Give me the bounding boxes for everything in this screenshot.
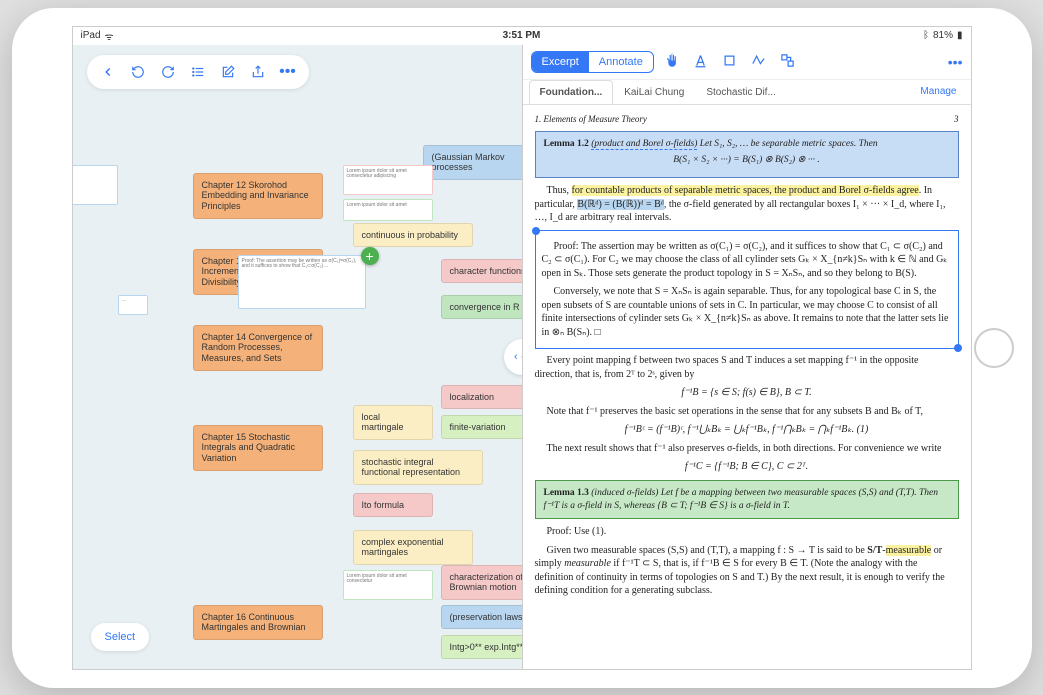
lemma-box[interactable]: Lemma 1.3 (induced σ-fields) Let f be a …: [535, 480, 959, 520]
undo-button[interactable]: [127, 61, 149, 83]
select-button[interactable]: Select: [91, 623, 150, 651]
back-button[interactable]: [97, 61, 119, 83]
formula: f⁻¹Bᶜ = (f⁻¹B)ᶜ, f⁻¹⋃ₖBₖ = ⋃ₖf⁻¹Bₖ, f⁻¹⋂…: [535, 423, 959, 437]
lemma-formula: B(S₁ × S₂ × ···) = B(S₁) ⊗ B(S₂) ⊗ ··· .: [544, 154, 950, 167]
outline-button[interactable]: [187, 61, 209, 83]
active-selection[interactable]: Proof: The assertion may be written as σ…: [535, 230, 959, 350]
text-style-icon[interactable]: [693, 53, 708, 71]
paragraph: The next result shows that f⁻¹ also pres…: [535, 442, 959, 456]
sub-node[interactable]: stochastic integral functional represent…: [353, 450, 483, 486]
chapter-node[interactable]: Chapter 16 Continuous Martingales and Br…: [193, 605, 323, 641]
add-icon[interactable]: +: [361, 247, 379, 265]
excerpt-card[interactable]: Lorem ipsum dolor sit amet consectetur: [343, 570, 433, 600]
excerpt-card[interactable]: Lorem ipsum dolor sit amet consectetur a…: [343, 165, 433, 195]
redo-button[interactable]: [157, 61, 179, 83]
status-bar: iPad ᯤ 3:51 PM ᛒ 81% ▮: [73, 27, 971, 45]
sub-node[interactable]: character functions: [441, 259, 522, 284]
chapter-node[interactable]: Chapter 12 Skorohod Embedding and Invari…: [193, 173, 323, 219]
lemma-title: Lemma 1.2: [544, 139, 589, 149]
chapter-node[interactable]: Chapter 14 Convergence of Random Process…: [193, 325, 323, 371]
mindmap-pane[interactable]: ••• Chapter 12 Skorohod Embedding and In…: [73, 45, 522, 669]
excerpt-card[interactable]: ···: [73, 165, 118, 205]
sub-node[interactable]: complex exponential martingales: [353, 530, 473, 566]
excerpt-mode[interactable]: Excerpt: [532, 52, 589, 72]
sub-node[interactable]: Intg>0** exp.Intg***: [441, 635, 522, 660]
proof-p1: Proof: The assertion may be written as σ…: [542, 240, 952, 281]
chapter-node[interactable]: Chapter 15 Stochastic Integrals and Quad…: [193, 425, 323, 471]
tab-foundation[interactable]: Foundation...: [529, 80, 614, 104]
sub-node[interactable]: continuous in probability: [353, 223, 473, 248]
annotate-mode[interactable]: Annotate: [589, 52, 653, 72]
lemma-title: Lemma 1.3: [544, 488, 589, 498]
lemma-body: Let S₁, S₂, … be separable metric spaces…: [700, 139, 878, 149]
sub-node[interactable]: localization: [441, 385, 522, 410]
more-button[interactable]: •••: [277, 61, 299, 83]
paragraph: Given two measurable spaces (S,S) and (T…: [535, 544, 959, 598]
excerpt-card[interactable]: Lorem ipsum dolor sit amet: [343, 199, 433, 221]
chevron-left-icon: ‹: [514, 351, 518, 363]
doc-tabs: Foundation... KaiLai Chung Stochastic Di…: [523, 80, 971, 105]
lemma-subtitle: (product and Borel σ-fields): [591, 139, 697, 150]
tab-stochastic[interactable]: Stochastic Dif...: [695, 80, 786, 104]
battery-icon: ▮: [957, 30, 963, 41]
lasso-icon[interactable]: [751, 53, 766, 71]
page-number: 3: [954, 113, 959, 125]
reader-pane: Excerpt Annotate ••• Foundation... KaiLa…: [522, 45, 971, 669]
compose-button[interactable]: [217, 61, 239, 83]
hand-icon[interactable]: [664, 53, 679, 71]
excerpt-card[interactable]: ···: [118, 295, 148, 315]
paragraph: Proof: Use (1).: [535, 525, 959, 539]
device-label: iPad: [81, 30, 101, 41]
crop-icon[interactable]: [722, 53, 737, 71]
sub-node[interactable]: (Gaussian Markov processes: [423, 145, 522, 181]
manage-link[interactable]: Manage: [912, 80, 964, 104]
wifi-icon: ᯤ: [105, 29, 114, 43]
battery-label: 81%: [933, 30, 953, 41]
sub-node[interactable]: (preservation laws: [441, 605, 522, 630]
formula: f⁻¹B = {s ∈ S; f(s) ∈ B}, B ⊂ T.: [535, 386, 959, 400]
proof-p2: Conversely, we note that S = XₙSₙ is aga…: [542, 285, 952, 339]
paragraph: Thus, for countable products of separabl…: [535, 184, 959, 225]
sub-node[interactable]: local martingale: [353, 405, 433, 441]
document-body[interactable]: 1. Elements of Measure Theory 3 Lemma 1.…: [523, 105, 971, 669]
home-button[interactable]: [974, 328, 1014, 368]
paragraph: Note that f⁻¹ preserves the basic set op…: [535, 405, 959, 419]
paragraph: Every point mapping f between two spaces…: [535, 354, 959, 381]
section-title: 1. Elements of Measure Theory: [535, 113, 647, 125]
reader-more-button[interactable]: •••: [948, 54, 963, 70]
bluetooth-icon: ᛒ: [923, 30, 929, 41]
mindmap-toolbar: •••: [87, 55, 309, 89]
share-button[interactable]: [247, 61, 269, 83]
sub-node[interactable]: characterization of Brownian motion: [441, 565, 522, 601]
sub-node[interactable]: finite-variation: [441, 415, 522, 440]
lemma-box[interactable]: Lemma 1.2 (product and Borel σ-fields) L…: [535, 131, 959, 179]
formula: f⁻¹C = {f⁻¹B; B ∈ C}, C ⊂ 2ᵀ.: [535, 460, 959, 474]
tab-kailai[interactable]: KaiLai Chung: [613, 80, 695, 104]
excerpt-card-dragging[interactable]: Proof: The assertion may be written as σ…: [238, 255, 366, 309]
sub-node[interactable]: Ito formula: [353, 493, 433, 518]
sub-node[interactable]: convergence in R: [441, 295, 522, 320]
clock: 3:51 PM: [81, 30, 963, 41]
reader-toolbar: Excerpt Annotate •••: [523, 45, 971, 80]
group-icon[interactable]: [780, 53, 795, 71]
mode-segmented[interactable]: Excerpt Annotate: [531, 51, 654, 73]
lemma-subtitle: (induced σ-fields): [591, 488, 658, 498]
